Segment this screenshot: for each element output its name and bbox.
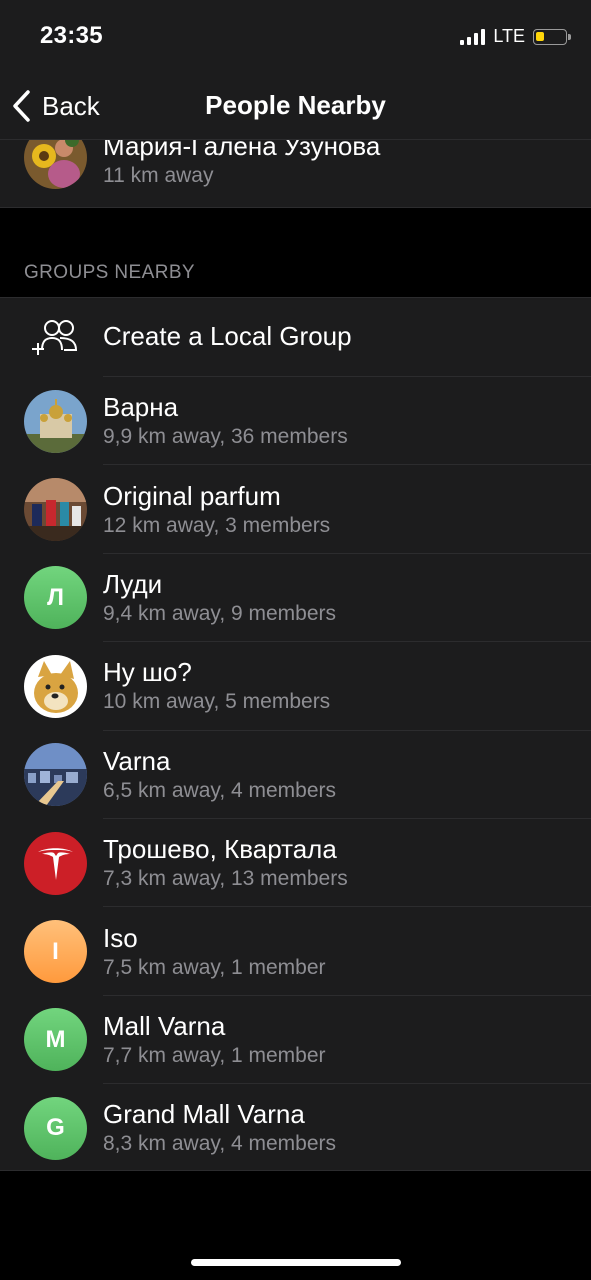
avatar-letter: Л: [24, 566, 87, 630]
group-info: 7,5 km away, 1 member: [103, 955, 326, 979]
avatar-letter: I: [24, 920, 87, 984]
group-row[interactable]: Original parfum 12 km away, 3 members: [0, 465, 591, 554]
avatar-letter: M: [24, 1008, 87, 1072]
group-name: Varna: [103, 745, 171, 776]
create-local-group-button[interactable]: Create a Local Group: [0, 298, 591, 377]
avatar-letter-text: G: [46, 1114, 65, 1142]
group-row[interactable]: Варна 9,9 km away, 36 members: [0, 377, 591, 466]
status-time: 23:35: [40, 22, 103, 49]
status-indicators: LTE: [460, 26, 571, 47]
group-name: Трошево, Квартала: [103, 834, 337, 865]
signal-icon: [460, 28, 486, 45]
person-name: Мария-Галена Узунова: [103, 140, 381, 161]
battery-icon: [533, 28, 571, 45]
group-info: 9,4 km away, 9 members: [103, 601, 337, 625]
group-info: 12 km away, 3 members: [103, 513, 331, 537]
group-row[interactable]: I Iso 7,5 km away, 1 member: [0, 907, 591, 996]
avatar-letter-text: Л: [47, 583, 64, 611]
group-info: 8,3 km away, 4 members: [103, 1132, 337, 1156]
group-name: Mall Varna: [103, 1010, 226, 1041]
group-row[interactable]: G Grand Mall Varna 8,3 km away, 4 member…: [0, 1084, 591, 1172]
group-info: 9,9 km away, 36 members: [103, 425, 348, 449]
nav-bar: Back People Nearby: [0, 74, 591, 140]
group-info: 7,7 km away, 1 member: [103, 1043, 326, 1067]
avatar-photo-perfume: [24, 478, 87, 542]
avatar-photo-city: [24, 743, 87, 807]
avatar-photo-sunflower: [24, 140, 87, 189]
group-name: Ну шо?: [103, 657, 192, 688]
add-group-icon: [32, 320, 78, 355]
network-type: LTE: [493, 26, 525, 46]
group-name: Варна: [103, 392, 179, 423]
home-indicator[interactable]: [191, 1259, 401, 1266]
groups-section-header: GROUPS NEARBY: [24, 262, 195, 283]
group-row[interactable]: M Mall Varna 7,7 km away, 1 member: [0, 996, 591, 1085]
groups-list: Create a Local Group Варна 9,9 km away, …: [0, 297, 591, 1171]
group-row[interactable]: Трошево, Квартала 7,3 km away, 13 member…: [0, 819, 591, 908]
group-row[interactable]: Varna 6,5 km away, 4 members: [0, 731, 591, 819]
group-name: Iso: [103, 922, 138, 953]
group-row[interactable]: Л Луди 9,4 km away, 9 members: [0, 554, 591, 643]
status-bar: 23:35 LTE: [0, 0, 591, 74]
group-name: Луди: [103, 568, 163, 599]
avatar-letter: G: [24, 1096, 87, 1160]
group-row[interactable]: Ну шо? 10 km away, 5 members: [0, 642, 591, 731]
avatar-photo-cathedral: [24, 389, 87, 453]
people-list: Мария-Галена Узунова 11 km away: [0, 140, 591, 208]
logo-tesla-icon: [24, 831, 87, 895]
avatar-photo-doge: [24, 654, 87, 718]
group-name: Grand Mall Varna: [103, 1099, 305, 1130]
avatar-letter-text: I: [52, 937, 59, 965]
group-info: 10 km away, 5 members: [103, 690, 331, 714]
page-title: People Nearby: [205, 90, 386, 120]
group-info: 6,5 km away, 4 members: [103, 778, 337, 802]
create-group-label: Create a Local Group: [103, 321, 352, 351]
group-name: Original parfum: [103, 480, 281, 511]
person-distance: 11 km away: [103, 164, 214, 187]
person-row[interactable]: Мария-Галена Узунова 11 km away: [0, 140, 591, 196]
group-info: 7,3 km away, 13 members: [103, 867, 348, 891]
avatar-letter-text: M: [45, 1025, 66, 1053]
